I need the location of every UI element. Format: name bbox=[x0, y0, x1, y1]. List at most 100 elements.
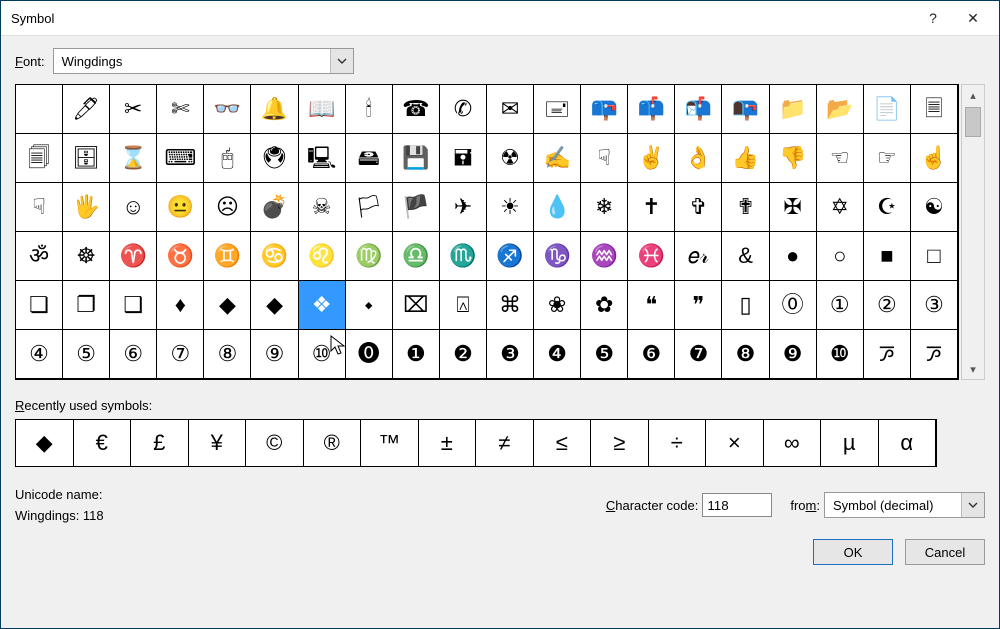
recent-cell[interactable]: × bbox=[706, 420, 764, 466]
symbol-cell[interactable]: ▯ bbox=[722, 281, 769, 330]
ok-button[interactable]: OK bbox=[813, 539, 893, 565]
symbol-cell[interactable]: ☸ bbox=[63, 232, 110, 281]
symbol-cell[interactable]: 𝑒𝓇 bbox=[675, 232, 722, 281]
symbol-cell[interactable]: ⌘ bbox=[487, 281, 534, 330]
symbol-cell[interactable]: ✉ bbox=[487, 85, 534, 134]
symbol-cell[interactable]: ❿ bbox=[817, 330, 864, 379]
symbol-cell[interactable]: ♌ bbox=[299, 232, 346, 281]
symbol-cell[interactable]: ♍ bbox=[346, 232, 393, 281]
symbol-cell[interactable]: 🖲 bbox=[251, 134, 298, 183]
symbol-cell[interactable]: ⌨ bbox=[157, 134, 204, 183]
symbol-cell[interactable]: ♊ bbox=[204, 232, 251, 281]
recent-cell[interactable]: ∞ bbox=[764, 420, 822, 466]
symbol-cell[interactable]: ④ bbox=[16, 330, 63, 379]
symbol-cell[interactable]: ⑨ bbox=[251, 330, 298, 379]
symbol-cell[interactable]: 📂 bbox=[817, 85, 864, 134]
recent-cell[interactable]: ® bbox=[304, 420, 362, 466]
recent-grid[interactable]: ◆€£¥©®™±≠≤≥÷×∞µα bbox=[15, 419, 937, 467]
symbol-cell[interactable]: ❷ bbox=[440, 330, 487, 379]
symbol-cell[interactable]: ❺ bbox=[581, 330, 628, 379]
symbol-cell[interactable]: ♉ bbox=[157, 232, 204, 281]
symbol-cell[interactable]: ③ bbox=[911, 281, 958, 330]
symbol-cell[interactable]: ❀ bbox=[534, 281, 581, 330]
symbol-cell[interactable]: ♦ bbox=[157, 281, 204, 330]
symbol-cell[interactable]: ♐ bbox=[487, 232, 534, 281]
symbol-cell[interactable]: ⓿ bbox=[346, 330, 393, 379]
symbol-cell[interactable]: ♎ bbox=[393, 232, 440, 281]
symbol-cell[interactable]: ⌧ bbox=[393, 281, 440, 330]
symbol-cell[interactable]: ☝ bbox=[911, 134, 958, 183]
recent-cell[interactable]: © bbox=[246, 420, 304, 466]
symbol-cell[interactable]: ✡ bbox=[817, 183, 864, 232]
recent-cell[interactable]: ≠ bbox=[476, 420, 534, 466]
symbol-cell[interactable]: 🗏 bbox=[911, 85, 958, 134]
scroll-up-icon[interactable]: ▴ bbox=[962, 85, 984, 105]
symbol-cell[interactable]: ❻ bbox=[628, 330, 675, 379]
symbol-cell[interactable]: ✍ bbox=[534, 134, 581, 183]
symbol-cell[interactable]: ☟ bbox=[581, 134, 628, 183]
grid-scrollbar[interactable]: ▴ ▾ bbox=[961, 84, 985, 380]
symbol-cell[interactable]: 🖊 bbox=[63, 85, 110, 134]
symbol-cell[interactable]: ☯ bbox=[911, 183, 958, 232]
symbol-cell[interactable]: 📬 bbox=[675, 85, 722, 134]
symbol-cell[interactable]: ✄ bbox=[157, 85, 204, 134]
symbol-cell[interactable] bbox=[16, 85, 63, 134]
symbol-cell[interactable]: 📫 bbox=[628, 85, 675, 134]
symbol-cell[interactable]: ✂ bbox=[110, 85, 157, 134]
recent-cell[interactable]: ¥ bbox=[189, 420, 247, 466]
symbol-cell[interactable]: ✆ bbox=[440, 85, 487, 134]
recent-cell[interactable]: ± bbox=[419, 420, 477, 466]
symbol-cell[interactable]: 📄 bbox=[864, 85, 911, 134]
symbol-cell[interactable]: ☺ bbox=[110, 183, 157, 232]
symbol-cell[interactable]: ◆ bbox=[204, 281, 251, 330]
recent-cell[interactable]: ≥ bbox=[591, 420, 649, 466]
recent-cell[interactable]: ≤ bbox=[534, 420, 592, 466]
recent-cell[interactable]: € bbox=[74, 420, 132, 466]
symbol-cell[interactable]: ● bbox=[770, 232, 817, 281]
symbol-cell[interactable]: 🖬 bbox=[440, 134, 487, 183]
symbol-cell[interactable]: ❑ bbox=[110, 281, 157, 330]
symbol-cell[interactable]: ☟ bbox=[16, 183, 63, 232]
symbol-cell[interactable]: ✝ bbox=[628, 183, 675, 232]
char-code-input[interactable] bbox=[702, 493, 772, 517]
symbol-cell[interactable]: ♋ bbox=[251, 232, 298, 281]
symbol-cell[interactable]: ❄ bbox=[581, 183, 628, 232]
recent-cell[interactable]: ◆ bbox=[16, 420, 74, 466]
symbol-cell[interactable]: ꯍ bbox=[864, 330, 911, 379]
symbol-cell[interactable]: ❹ bbox=[534, 330, 581, 379]
symbol-cell[interactable]: ☢ bbox=[487, 134, 534, 183]
symbol-cell[interactable]: ⍓ bbox=[440, 281, 487, 330]
symbol-cell[interactable]: ⑧ bbox=[204, 330, 251, 379]
symbol-cell[interactable]: ❝ bbox=[628, 281, 675, 330]
symbol-grid[interactable]: 🖊✂✄👓🔔📖🕯☎✆✉🖃📪📫📬📭📁📂📄🗏🗐🗄⌛⌨🖰🖲🖳🖴💾🖬☢✍☟✌👌👍👎☜☞☝☟… bbox=[15, 84, 959, 380]
recent-cell[interactable]: ™ bbox=[361, 420, 419, 466]
scroll-down-icon[interactable]: ▾ bbox=[962, 359, 984, 379]
symbol-cell[interactable]: 🕯 bbox=[346, 85, 393, 134]
symbol-cell[interactable]: 💾 bbox=[393, 134, 440, 183]
symbol-cell[interactable]: ❐ bbox=[63, 281, 110, 330]
symbol-cell[interactable]: ⑩ bbox=[299, 330, 346, 379]
symbol-cell[interactable]: 🖐 bbox=[63, 183, 110, 232]
symbol-cell[interactable]: 💧 bbox=[534, 183, 581, 232]
symbol-cell[interactable]: ① bbox=[817, 281, 864, 330]
symbol-cell[interactable]: ♑ bbox=[534, 232, 581, 281]
symbol-cell[interactable]: ❞ bbox=[675, 281, 722, 330]
symbol-cell[interactable]: ■ bbox=[864, 232, 911, 281]
symbol-cell[interactable]: 🏳 bbox=[346, 183, 393, 232]
symbol-cell[interactable]: ☪ bbox=[864, 183, 911, 232]
help-button[interactable]: ? bbox=[913, 4, 953, 32]
symbol-cell[interactable]: 👍 bbox=[722, 134, 769, 183]
cancel-button[interactable]: Cancel bbox=[905, 539, 985, 565]
symbol-cell[interactable]: ♏ bbox=[440, 232, 487, 281]
symbol-cell[interactable]: 👎 bbox=[770, 134, 817, 183]
symbol-cell[interactable]: ♓ bbox=[628, 232, 675, 281]
symbol-cell[interactable]: 🗄 bbox=[63, 134, 110, 183]
symbol-cell[interactable]: ❏ bbox=[16, 281, 63, 330]
symbol-cell[interactable]: 💣 bbox=[251, 183, 298, 232]
symbol-cell[interactable]: 📪 bbox=[581, 85, 628, 134]
symbol-cell[interactable]: ❼ bbox=[675, 330, 722, 379]
font-combo[interactable]: Wingdings bbox=[53, 48, 354, 74]
close-button[interactable]: ✕ bbox=[953, 4, 993, 32]
symbol-cell[interactable]: ✞ bbox=[675, 183, 722, 232]
symbol-cell[interactable]: ☞ bbox=[864, 134, 911, 183]
